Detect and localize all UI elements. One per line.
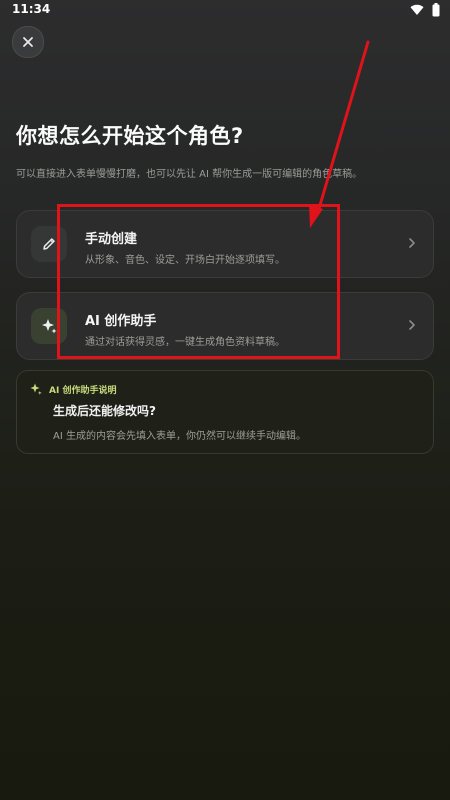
status-bar: 11:34 — [0, 0, 450, 22]
pencil-icon — [43, 238, 55, 250]
page-subtitle: 可以直接进入表单慢慢打磨，也可以先让 AI 帮你生成一版可编辑的角色草稿。 — [16, 169, 363, 180]
page-title: 你想怎么开始这个角色? — [16, 124, 244, 148]
sparkle-icon — [42, 319, 57, 334]
battery-icon — [432, 3, 440, 17]
info-title: 生成后还能修改吗? — [53, 404, 156, 418]
annotation-highlight-box — [57, 204, 340, 359]
wifi-icon — [410, 4, 424, 16]
chevron-right-icon — [409, 238, 415, 248]
chevron-right-icon — [409, 320, 415, 330]
info-tag: AI 创作助手说明 — [29, 382, 116, 396]
info-description: AI 生成的内容会先填入表单，你仍然可以继续手动编辑。 — [53, 431, 306, 442]
ai-assistant-info-card: AI 创作助手说明 生成后还能修改吗? AI 生成的内容会先填入表单，你仍然可以… — [16, 370, 434, 454]
status-time: 11:34 — [12, 2, 51, 16]
status-icons — [410, 3, 440, 17]
close-button[interactable] — [12, 26, 44, 58]
close-icon — [23, 37, 33, 47]
info-tag-label: AI 创作助手说明 — [49, 385, 117, 396]
sparkle-icon — [30, 383, 42, 395]
